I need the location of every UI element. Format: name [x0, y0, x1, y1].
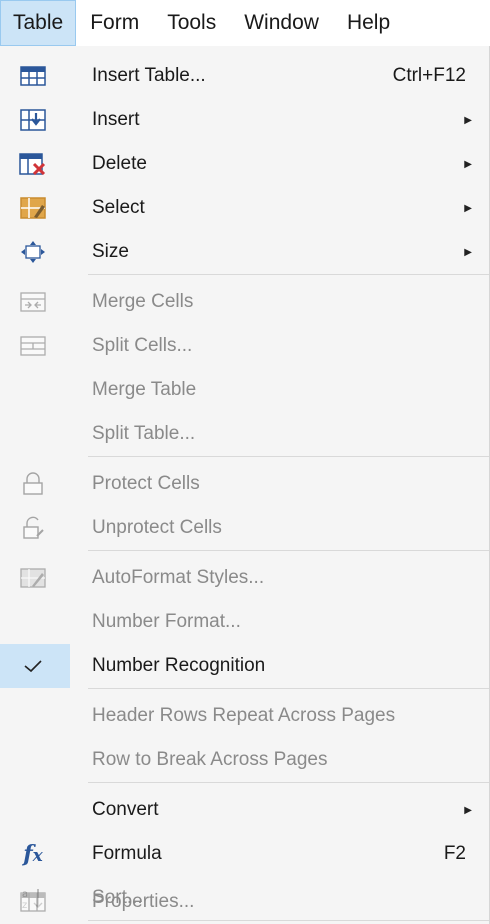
resize-icon: [14, 236, 52, 268]
menu-separator: [88, 274, 489, 275]
menu-form[interactable]: Form: [76, 0, 153, 46]
select-table-icon: [14, 192, 52, 224]
menu-item-insert-table[interactable]: Insert Table... Ctrl+F12: [0, 54, 490, 98]
menu-item-delete[interactable]: Delete ▶: [0, 142, 490, 186]
insert-label: Insert: [92, 109, 140, 130]
split-table-label: Split Table...: [92, 423, 196, 444]
menu-separator: [88, 782, 489, 783]
delete-table-icon: [14, 148, 52, 180]
menu-item-autoformat-styles[interactable]: AutoFormat Styles...: [0, 556, 490, 600]
menu-table-label: Table: [13, 11, 64, 34]
submenu-arrow-icon: ▶: [464, 114, 472, 126]
menu-item-select[interactable]: Select ▶: [0, 186, 490, 230]
menu-item-size[interactable]: Size ▶: [0, 230, 490, 274]
insert-table-icon: [14, 60, 52, 92]
checkmark-icon: [14, 650, 52, 682]
split-cells-icon: [14, 330, 52, 362]
split-cells-label: Split Cells...: [92, 335, 193, 356]
merge-table-label: Merge Table: [92, 379, 197, 400]
menu-item-merge-table[interactable]: Merge Table: [0, 368, 490, 412]
lock-icon: [14, 468, 52, 500]
autoformat-label: AutoFormat Styles...: [92, 567, 265, 588]
insert-table-shortcut: Ctrl+F12: [392, 65, 466, 86]
unlock-icon: [14, 512, 52, 544]
convert-label: Convert: [92, 799, 159, 820]
menu-tools[interactable]: Tools: [153, 0, 230, 46]
unprotect-cells-label: Unprotect Cells: [92, 517, 222, 538]
table-dropdown-menu: Insert Table... Ctrl+F12 Insert ▶ Delete…: [0, 46, 490, 924]
menu-window-label: Window: [244, 11, 319, 34]
table-properties-icon: [14, 886, 52, 918]
menu-item-split-table[interactable]: Split Table...: [0, 412, 490, 456]
size-label: Size: [92, 241, 129, 262]
menu-item-convert[interactable]: Convert ▶: [0, 788, 490, 832]
insert-table-label: Insert Table...: [92, 65, 206, 86]
menu-item-number-format[interactable]: Number Format...: [0, 600, 490, 644]
menu-table[interactable]: Table: [0, 0, 77, 46]
menu-form-label: Form: [90, 11, 140, 34]
menu-item-split-cells[interactable]: Split Cells...: [0, 324, 490, 368]
menu-item-merge-cells[interactable]: Merge Cells: [0, 280, 490, 324]
formula-fx-icon: fx: [23, 841, 43, 867]
menu-bar: Table Form Tools Window Help: [0, 0, 490, 46]
submenu-arrow-icon: ▶: [464, 804, 472, 816]
menu-help[interactable]: Help: [333, 0, 404, 46]
menu-item-number-recognition[interactable]: Number Recognition: [0, 644, 490, 688]
number-recognition-label: Number Recognition: [92, 655, 266, 676]
menu-help-label: Help: [346, 11, 391, 34]
menu-tools-label: Tools: [167, 11, 217, 34]
menu-item-unprotect-cells[interactable]: Unprotect Cells: [0, 506, 490, 550]
protect-cells-label: Protect Cells: [92, 473, 200, 494]
properties-label: Properties...: [92, 891, 195, 912]
insert-rows-icon: [14, 104, 52, 136]
submenu-arrow-icon: ▶: [464, 202, 472, 214]
menu-item-properties[interactable]: Properties...: [0, 880, 490, 924]
menu-window[interactable]: Window: [230, 0, 333, 46]
number-format-label: Number Format...: [92, 611, 241, 632]
menu-separator: [88, 550, 489, 551]
formula-shortcut: F2: [443, 843, 466, 864]
menu-item-insert[interactable]: Insert ▶: [0, 98, 490, 142]
autoformat-icon: [14, 562, 52, 594]
menu-item-row-break[interactable]: Row to Break Across Pages: [0, 738, 490, 782]
menu-separator: [88, 456, 489, 457]
submenu-arrow-icon: ▶: [464, 158, 472, 170]
menu-item-header-rows-repeat[interactable]: Header Rows Repeat Across Pages: [0, 694, 490, 738]
menu-item-protect-cells[interactable]: Protect Cells: [0, 462, 490, 506]
formula-label: Formula: [92, 843, 162, 864]
menu-item-formula[interactable]: fx Formula F2: [0, 832, 490, 876]
merge-cells-icon: [14, 286, 52, 318]
menu-separator: [88, 688, 489, 689]
select-label: Select: [92, 197, 145, 218]
header-rows-label: Header Rows Repeat Across Pages: [92, 705, 396, 726]
delete-label: Delete: [92, 153, 147, 174]
row-break-label: Row to Break Across Pages: [92, 749, 328, 770]
merge-cells-label: Merge Cells: [92, 291, 194, 312]
submenu-arrow-icon: ▶: [464, 246, 472, 258]
